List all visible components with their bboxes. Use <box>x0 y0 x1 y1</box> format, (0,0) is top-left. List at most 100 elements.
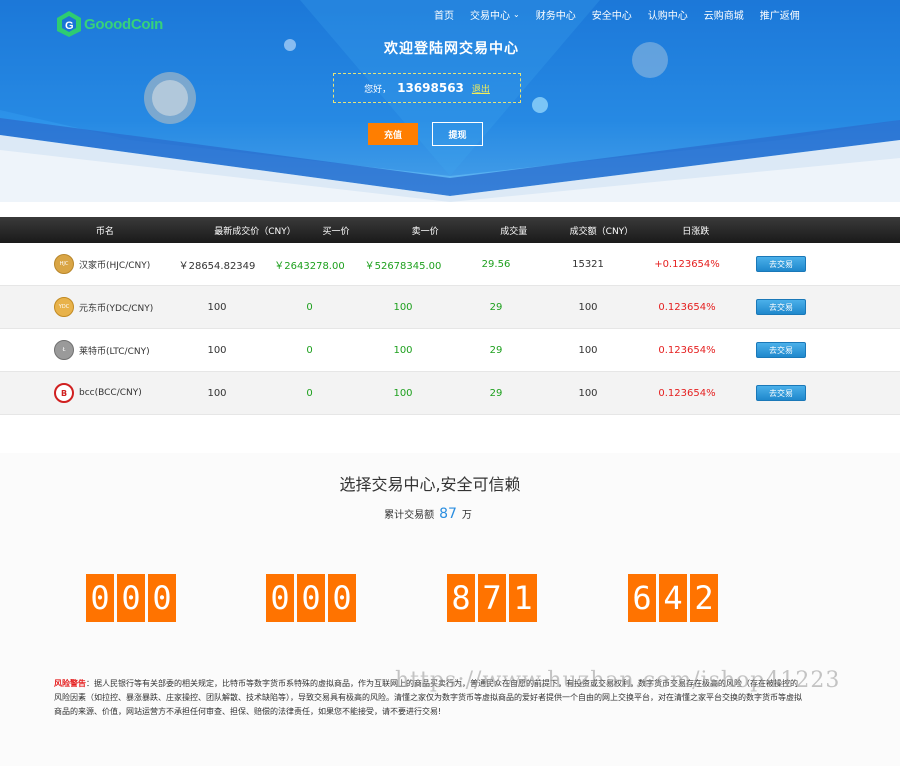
table-row: Ł 莱特币(LTC/CNY) 100 0 100 29 100 0.123654… <box>0 329 900 372</box>
coin-cell: B bcc(BCC/CNY) <box>0 383 162 403</box>
stats-section: 选择交易中心,安全可信赖 累计交易额 87 万 0 0 0 0 0 0 8 7 1 … <box>0 453 900 766</box>
nav-label: 安全中心 <box>591 11 632 22</box>
trade-button[interactable]: 去交易 <box>756 256 806 272</box>
risk-warning-label: 风险警告 <box>54 679 86 688</box>
action-cell: 去交易 <box>731 299 900 315</box>
nav-label: 首页 <box>434 11 454 22</box>
coin-name: bcc(BCC/CNY) <box>79 388 142 398</box>
daily-change: +0.123654% <box>654 258 720 270</box>
counter-digit: 0 <box>148 574 176 622</box>
table-row: HJC 汉家币(HJC/CNY) ￥28654.82349 ￥2643278.0… <box>0 243 900 286</box>
counter-digit: 4 <box>659 574 687 622</box>
column-header: 卖一价 <box>411 226 439 237</box>
counter-digit: 0 <box>328 574 356 622</box>
welcome-title: 欢迎登陆网交易中心 <box>384 41 519 57</box>
bid-price: 0 <box>306 387 313 399</box>
action-cell: 去交易 <box>731 385 900 401</box>
table-row: B bcc(BCC/CNY) 100 0 100 29 100 0.123654… <box>0 372 900 415</box>
nav-item-referral[interactable]: 推广返佣 <box>760 7 800 22</box>
nav-item-finance-center[interactable]: 财务中心 <box>536 7 576 22</box>
coin-name: 莱特币(LTC/CNY) <box>79 346 150 357</box>
volume: 29 <box>489 344 503 356</box>
bid-price: 0 <box>306 344 313 356</box>
nav-label: 推广返佣 <box>759 11 800 22</box>
counter-digit: 1 <box>509 574 537 622</box>
trade-button[interactable]: 去交易 <box>756 385 806 401</box>
nav-label: 财务中心 <box>535 11 576 22</box>
amount: 100 <box>578 387 598 399</box>
nav-label: 认购中心 <box>647 11 688 22</box>
daily-change: 0.123654% <box>658 344 716 356</box>
last-price: ￥28654.82349 <box>178 260 256 272</box>
nav-item-home[interactable]: 首页 <box>434 7 454 22</box>
ask-price: ￥52678345.00 <box>364 260 442 272</box>
counter-digit: 0 <box>86 574 114 622</box>
column-header: 成交量 <box>500 226 528 237</box>
recharge-button[interactable]: 充值 <box>368 123 418 145</box>
withdraw-button[interactable]: 提现 <box>432 122 483 146</box>
risk-warning: 风险警告：据人民银行等有关部委的相关规定，比特币等数字货币系特殊的虚拟商品，作为… <box>54 677 804 719</box>
counter-group: 8 7 1 <box>447 574 540 622</box>
table-row: YDC 元东币(YDC/CNY) 100 0 100 29 100 0.1236… <box>0 286 900 329</box>
total-label: 累计交易额 <box>384 510 435 521</box>
logo-text: GooodCoin <box>84 15 163 33</box>
last-price: 100 <box>207 387 227 399</box>
svg-text:G: G <box>65 20 74 32</box>
nav-item-trade-center[interactable]: 交易中心 ⌄ <box>470 7 520 22</box>
counter-group: 6 4 2 <box>628 574 721 622</box>
column-header: 成交额（CNY） <box>569 226 634 237</box>
logout-link[interactable]: 退出 <box>472 82 490 95</box>
ydc-coin-icon: YDC <box>54 297 74 317</box>
coin-cell: YDC 元东币(YDC/CNY) <box>0 297 162 317</box>
counter-digit: 6 <box>628 574 656 622</box>
stats-title: 选择交易中心,安全可信赖 <box>339 475 521 494</box>
amount: 15321 <box>572 258 604 270</box>
bid-price: ￥2643278.00 <box>274 260 345 272</box>
user-id: 13698563 <box>397 81 464 95</box>
nav-item-cloud-mall[interactable]: 云购商城 <box>704 7 744 22</box>
ltc-coin-icon: Ł <box>54 340 74 360</box>
nav-item-security-center[interactable]: 安全中心 <box>592 7 632 22</box>
last-price: 100 <box>207 301 227 313</box>
counter-digit: 0 <box>266 574 294 622</box>
column-header: 币名 <box>95 226 114 237</box>
daily-change: 0.123654% <box>658 301 716 313</box>
amount: 100 <box>578 301 598 313</box>
volume: 29 <box>489 301 503 313</box>
column-header: 最新成交价（CNY） <box>214 226 296 237</box>
risk-warning-text: ：据人民银行等有关部委的相关规定，比特币等数字货币系特殊的虚拟商品，作为互联网上… <box>54 679 802 716</box>
volume: 29 <box>489 387 503 399</box>
ask-price: 100 <box>393 387 413 399</box>
coin-name: 汉家币(HJC/CNY) <box>79 260 151 271</box>
action-cell: 去交易 <box>731 342 900 358</box>
last-price: 100 <box>207 344 227 356</box>
trade-button[interactable]: 去交易 <box>756 342 806 358</box>
logo-icon: G <box>57 11 81 37</box>
bcc-coin-icon: B <box>54 383 74 403</box>
nav-label: 云购商城 <box>703 11 744 22</box>
volume: 29.56 <box>481 258 511 270</box>
daily-change: 0.123654% <box>658 387 716 399</box>
market-table: 币名 最新成交价（CNY） 买一价 卖一价 成交量 成交额（CNY） 日涨跌 H… <box>0 217 900 415</box>
table-header: 币名 最新成交价（CNY） 买一价 卖一价 成交量 成交额（CNY） 日涨跌 <box>0 217 900 243</box>
nav-label: 交易中心 <box>470 11 510 22</box>
coin-name: 元东币(YDC/CNY) <box>79 303 154 314</box>
hjc-coin-icon: HJC <box>54 254 74 274</box>
ask-price: 100 <box>393 344 413 356</box>
user-info-box: 您好， 13698563 退出 <box>333 73 521 103</box>
counter-digit: 0 <box>297 574 325 622</box>
column-header: 买一价 <box>322 226 350 237</box>
greeting-text: 您好， <box>364 84 392 95</box>
counter-digit: 7 <box>478 574 506 622</box>
coin-cell: HJC 汉家币(HJC/CNY) <box>0 254 162 274</box>
column-header: 日涨跌 <box>682 226 710 237</box>
counter-digit: 2 <box>690 574 718 622</box>
trade-button[interactable]: 去交易 <box>756 299 806 315</box>
logo[interactable]: G GooodCoin <box>56 10 163 38</box>
coin-cell: Ł 莱特币(LTC/CNY) <box>0 340 162 360</box>
top-nav: 首页 交易中心 ⌄ 财务中心 安全中心 认购中心 云购商城 推广返佣 <box>426 7 808 22</box>
amount: 100 <box>578 344 598 356</box>
spacer <box>0 202 900 217</box>
nav-item-subscription-center[interactable]: 认购中心 <box>648 7 688 22</box>
total-unit: 万 <box>461 510 472 521</box>
